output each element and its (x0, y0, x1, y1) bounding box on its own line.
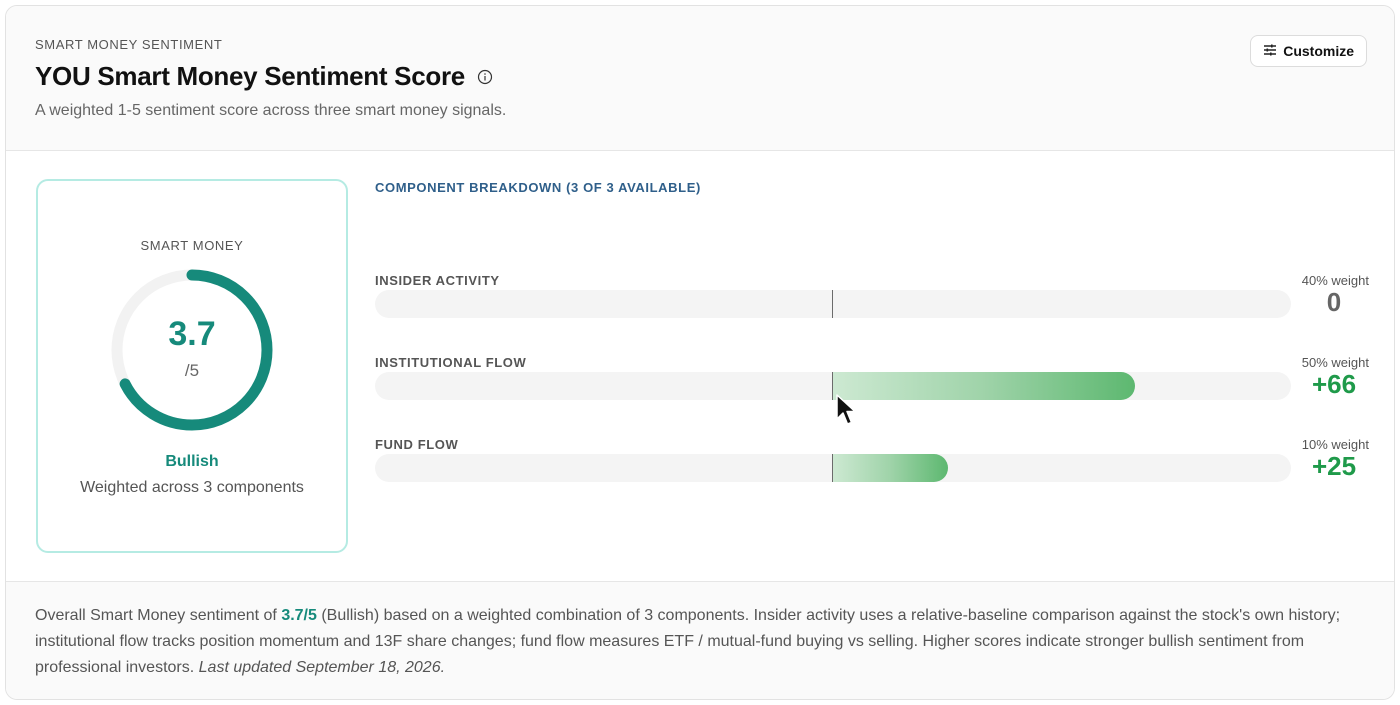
info-icon[interactable] (477, 69, 493, 85)
component-bar-track (375, 290, 1291, 318)
summary-score: 3.7/5 (281, 607, 317, 624)
component-bar-baseline (832, 290, 833, 318)
component-fund-flow: FUND FLOW 10% weight +25 (375, 437, 1369, 501)
last-updated: Last updated September 18, 2026. (198, 659, 446, 676)
component-insider-activity: INSIDER ACTIVITY 40% weight 0 (375, 273, 1369, 337)
component-bar-baseline (832, 454, 833, 482)
component-bar-fill (833, 454, 948, 482)
component-bar-track (375, 372, 1291, 400)
component-name: INSTITUTIONAL FLOW (375, 355, 527, 370)
component-value: +25 (1311, 451, 1357, 481)
component-name: FUND FLOW (375, 437, 459, 452)
customize-label: Customize (1283, 43, 1354, 59)
score-panel: SMART MONEY 3.7 /5 Bullish Weighted acro… (36, 179, 348, 553)
card-header: SMART MONEY SENTIMENT YOU Smart Money Se… (6, 6, 1394, 151)
component-institutional-flow: INSTITUTIONAL FLOW 50% weight +66 (375, 355, 1369, 419)
sentiment-label: Bullish (165, 453, 219, 470)
component-bar-track (375, 454, 1291, 482)
card-footer: Overall Smart Money sentiment of 3.7/5 (… (6, 581, 1394, 699)
summary-intro: Overall Smart Money sentiment of (35, 607, 282, 624)
component-bar-baseline (832, 372, 833, 400)
sliders-icon (1263, 43, 1277, 60)
title-row: YOU Smart Money Sentiment Score (35, 61, 493, 92)
component-weight: 10% weight (1301, 437, 1369, 452)
score-label: SMART MONEY (140, 238, 244, 253)
score-max: /5 (184, 361, 200, 380)
component-weight: 50% weight (1301, 355, 1369, 370)
section-eyebrow: SMART MONEY SENTIMENT (35, 37, 223, 52)
score-value: 3.7 (168, 315, 216, 353)
page-title: YOU Smart Money Sentiment Score (35, 61, 465, 91)
breakdown-title: COMPONENT BREAKDOWN (3 OF 3 AVAILABLE) (375, 180, 701, 195)
component-weight: 40% weight (1301, 273, 1369, 288)
weighted-note: Weighted across 3 components (80, 479, 304, 496)
component-value: +66 (1311, 369, 1357, 399)
summary-text: Overall Smart Money sentiment of 3.7/5 (… (35, 603, 1355, 681)
mouse-cursor-icon (836, 394, 856, 425)
page-subtitle: A weighted 1-5 sentiment score across th… (35, 102, 507, 119)
smart-money-card: SMART MONEY SENTIMENT YOU Smart Money Se… (5, 5, 1395, 700)
customize-button[interactable]: Customize (1250, 35, 1367, 67)
component-name: INSIDER ACTIVITY (375, 273, 500, 288)
component-bar-fill (833, 372, 1136, 400)
component-value: 0 (1326, 287, 1342, 317)
